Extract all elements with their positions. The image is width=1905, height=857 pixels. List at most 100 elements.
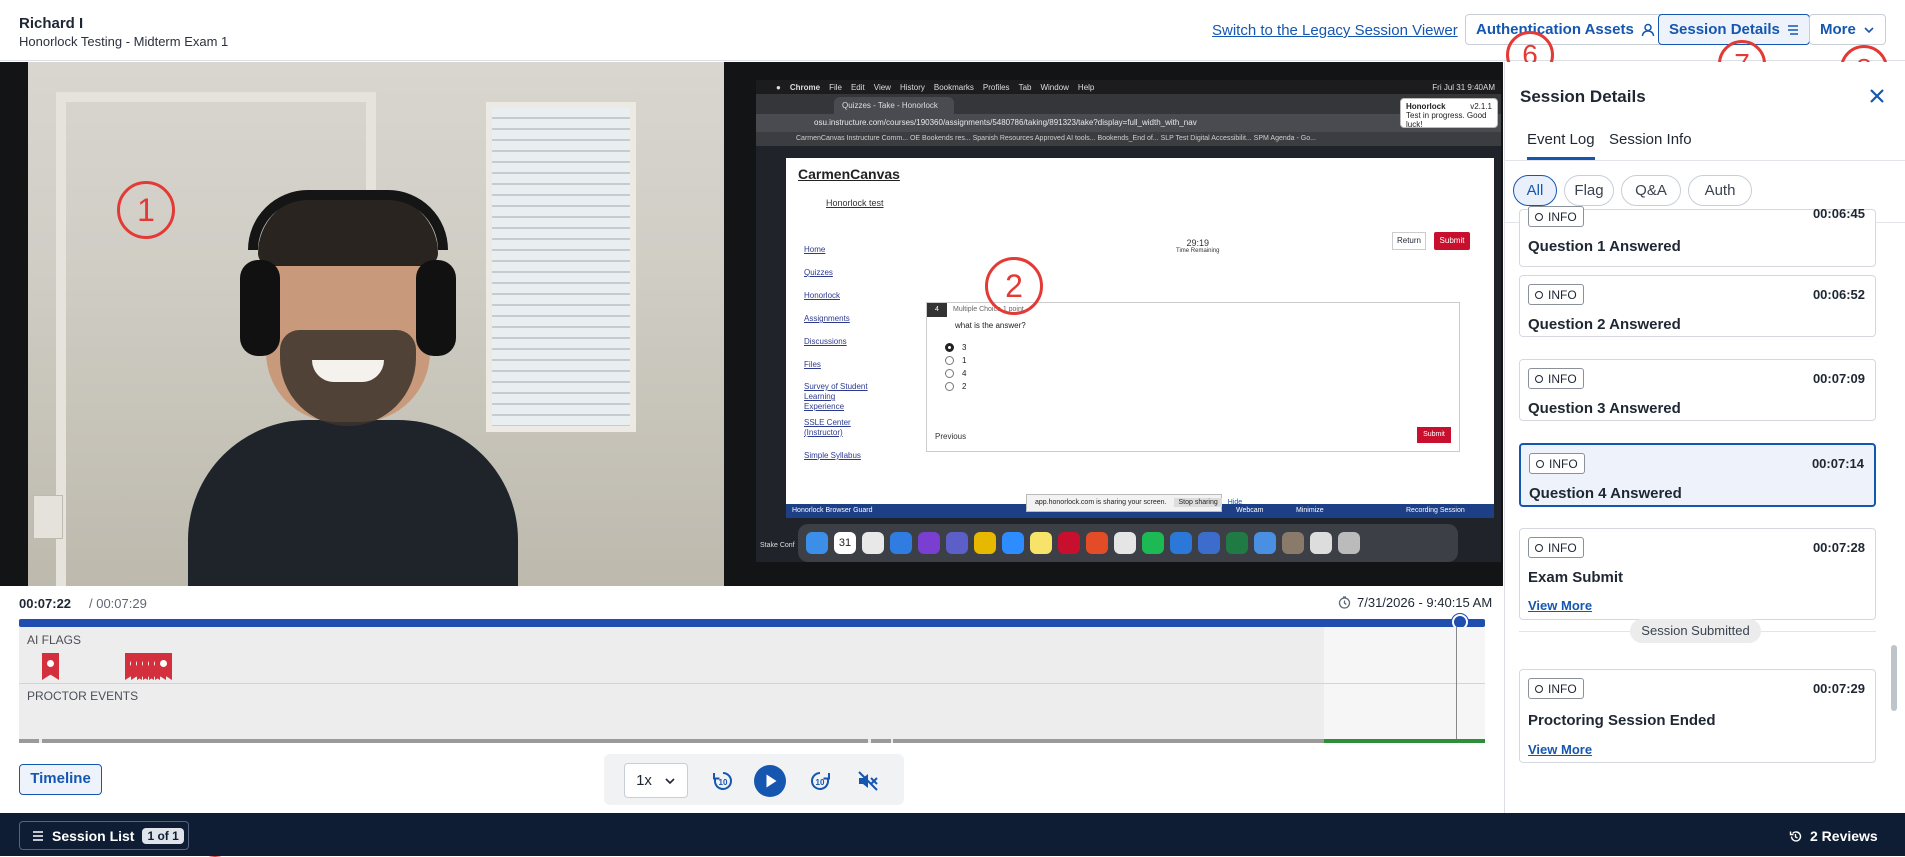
view-more-link[interactable]: View More bbox=[1528, 742, 1592, 757]
close-panel-button[interactable] bbox=[1865, 84, 1889, 108]
share-text: app.honorlock.com is sharing your screen… bbox=[1035, 499, 1167, 506]
quiz-timer: 29:19 Time Remaining bbox=[1176, 238, 1219, 254]
headphone-right bbox=[416, 260, 456, 356]
view-more-link[interactable]: View More bbox=[1528, 598, 1592, 613]
info-icon bbox=[1535, 374, 1543, 383]
event-time: 00:07:09 bbox=[1812, 371, 1865, 386]
notes-icon bbox=[1030, 532, 1052, 554]
spotify-icon bbox=[1142, 532, 1164, 554]
event-title: Question 4 Answered bbox=[1529, 485, 1682, 502]
screen-share-notice: app.honorlock.com is sharing your screen… bbox=[1026, 494, 1242, 512]
session-timestamp: 7/31/2026 - 9:40:15 AM bbox=[1338, 595, 1492, 610]
play-button[interactable] bbox=[754, 765, 786, 797]
legacy-viewer-link[interactable]: Switch to the Legacy Session Viewer bbox=[1212, 22, 1458, 39]
event-card[interactable]: INFO 00:07:28 Exam Submit View More bbox=[1519, 528, 1876, 620]
course-nav: Home Quizzes Honorlock Assignments Discu… bbox=[804, 238, 874, 467]
mute-button[interactable] bbox=[852, 765, 884, 797]
more-label: More bbox=[1820, 21, 1856, 38]
event-level-badge: INFO bbox=[1528, 678, 1584, 699]
session-count-badge: 1 of 1 bbox=[142, 827, 184, 844]
info-icon bbox=[1536, 459, 1544, 468]
track-divider bbox=[19, 683, 1485, 684]
browser-url-bar: osu.instructure.com/courses/190360/assig… bbox=[756, 114, 1501, 132]
svg-text:10: 10 bbox=[816, 778, 825, 787]
event-level-badge: INFO bbox=[1528, 206, 1584, 227]
course-breadcrumb: Honorlock test bbox=[826, 198, 884, 208]
playback-progress-bar[interactable] bbox=[19, 619, 1485, 627]
quiz-submit-button: Submit bbox=[1434, 232, 1470, 250]
teams-icon bbox=[946, 532, 968, 554]
event-time: 00:07:28 bbox=[1812, 540, 1865, 555]
chevron-down-icon bbox=[1864, 26, 1874, 33]
quiz-return-button: Return bbox=[1392, 232, 1426, 250]
event-segment-complete bbox=[1324, 739, 1485, 743]
canvas-title: CarmenCanvas bbox=[798, 166, 900, 182]
timeline-track[interactable]: AI FLAGS PROCTOR EVENTS bbox=[19, 627, 1485, 743]
screen-share-feed[interactable]: ● Chrome File Edit View History Bookmark… bbox=[756, 80, 1501, 562]
webcam-feed[interactable] bbox=[28, 62, 724, 586]
authentication-assets-button[interactable]: Authentication Assets bbox=[1465, 14, 1666, 45]
mac-menu-profiles: Profiles bbox=[982, 82, 1010, 92]
panel-scrollbar[interactable] bbox=[1891, 645, 1897, 711]
question-number: 4 bbox=[927, 303, 947, 317]
chevron-down-icon bbox=[665, 777, 675, 784]
reviews-button[interactable]: 2 Reviews bbox=[1789, 828, 1878, 844]
event-card[interactable]: INFO 00:07:09 Question 3 Answered bbox=[1519, 359, 1876, 421]
app-icon bbox=[1254, 532, 1276, 554]
headphone-left bbox=[240, 260, 280, 356]
canvas-quiz-page: CarmenCanvas Honorlock test Home Quizzes… bbox=[786, 158, 1494, 504]
honorlock-version: v2.1.1 bbox=[1470, 102, 1492, 111]
filter-auth[interactable]: Auth bbox=[1688, 175, 1752, 206]
filter-flag[interactable]: Flag bbox=[1564, 175, 1614, 206]
calendar-icon: 31 bbox=[834, 532, 856, 554]
timeline-cursor bbox=[1456, 627, 1457, 743]
timestamp-text: 7/31/2026 - 9:40:15 AM bbox=[1357, 595, 1493, 610]
event-card[interactable]: INFO 00:06:52 Question 2 Answered bbox=[1519, 275, 1876, 337]
playback-speed-value: 1x bbox=[636, 772, 652, 789]
honorlock-extension-popup: Honorlock v2.1.1 Test in progress. Good l… bbox=[1400, 98, 1498, 129]
course-nav-item: Home bbox=[804, 245, 826, 254]
course-nav-item: Files bbox=[804, 360, 821, 369]
course-nav-item: Survey of Student Learning Experience bbox=[804, 382, 868, 411]
mac-dock: 31 bbox=[798, 524, 1458, 562]
forward-10-button[interactable]: 10 bbox=[804, 765, 836, 797]
student-name: Richard I bbox=[19, 15, 84, 32]
honorlock-popup-text: Test in progress. Good luck! bbox=[1406, 111, 1487, 129]
event-card-selected[interactable]: INFO 00:07:14 Question 4 Answered bbox=[1519, 443, 1876, 507]
previous-button: Previous bbox=[935, 432, 967, 441]
rewind-10-button[interactable]: 10 bbox=[707, 765, 739, 797]
mac-menu-help: Help bbox=[1077, 82, 1095, 92]
play-icon bbox=[754, 765, 786, 797]
mac-menu-history: History bbox=[899, 82, 925, 92]
event-title: Exam Submit bbox=[1528, 569, 1624, 586]
playback-speed-select[interactable]: 1x bbox=[624, 763, 688, 798]
close-icon bbox=[1870, 89, 1884, 103]
proctor-events-label: PROCTOR EVENTS bbox=[27, 689, 139, 703]
event-card[interactable]: INFO 00:07:29 Proctoring Session Ended V… bbox=[1519, 669, 1876, 763]
info-icon bbox=[1535, 543, 1543, 552]
event-card[interactable]: INFO 00:06:45 Question 1 Answered bbox=[1519, 206, 1876, 267]
clock-icon bbox=[1338, 596, 1351, 609]
test-taker bbox=[188, 190, 518, 586]
tab-event-log[interactable]: Event Log bbox=[1527, 131, 1595, 160]
session-list-button[interactable]: Session List 1 of 1 bbox=[19, 821, 189, 850]
event-title: Question 2 Answered bbox=[1528, 316, 1681, 333]
session-details-panel: Session Details Event Log Session Info A… bbox=[1504, 62, 1905, 813]
filter-all[interactable]: All bbox=[1513, 175, 1557, 206]
timeline-button[interactable]: Timeline bbox=[19, 764, 102, 795]
more-button[interactable]: More bbox=[1809, 14, 1886, 45]
event-level-badge: INFO bbox=[1528, 284, 1584, 305]
recording-label: Recording Session bbox=[1406, 507, 1465, 514]
ai-flag-marker[interactable] bbox=[42, 653, 59, 680]
course-nav-item: Honorlock bbox=[804, 291, 841, 300]
answer-option: 2 bbox=[945, 382, 966, 391]
list-icon bbox=[1787, 24, 1798, 35]
answer-option: 4 bbox=[945, 369, 966, 378]
onenote-icon bbox=[918, 532, 940, 554]
event-log-list: INFO 00:06:45 Question 1 Answered INFO 0… bbox=[1505, 206, 1905, 813]
chrome-icon bbox=[974, 532, 996, 554]
volume-muted-icon bbox=[858, 771, 878, 791]
filter-qa[interactable]: Q&A bbox=[1621, 175, 1681, 206]
tab-session-info[interactable]: Session Info bbox=[1609, 131, 1692, 148]
event-time: 00:06:52 bbox=[1812, 287, 1865, 302]
